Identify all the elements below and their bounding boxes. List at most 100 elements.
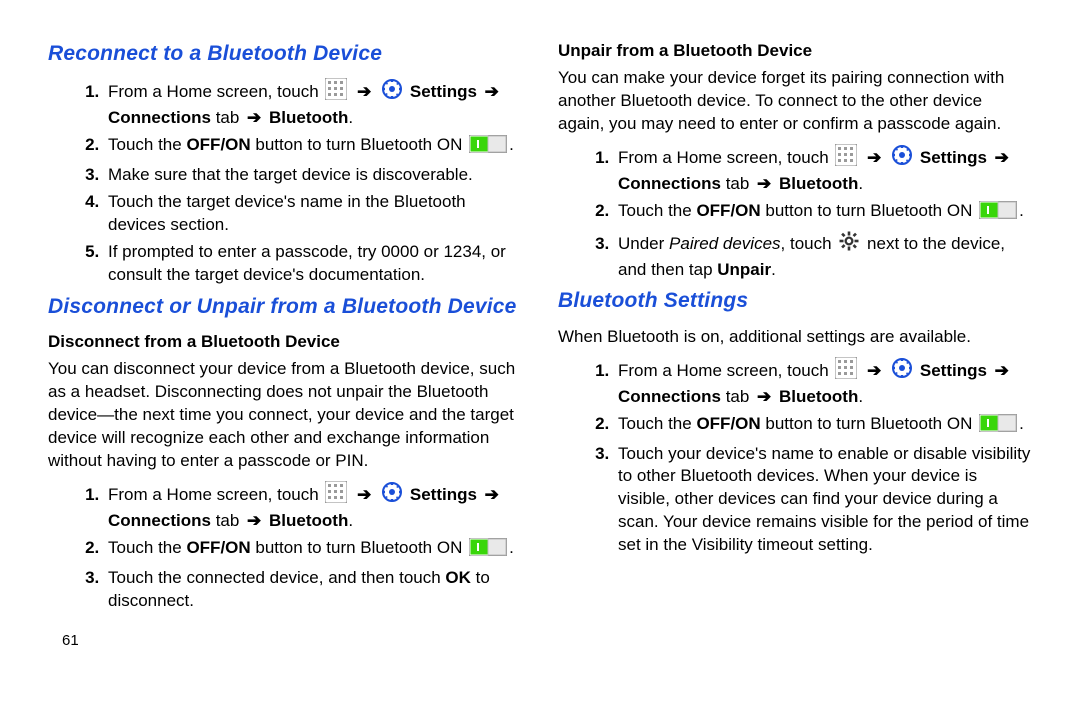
step: From a Home screen, touch ➔ Settings ➔ C…	[614, 144, 1032, 196]
text-bold: Settings	[920, 361, 992, 380]
arrow-icon: ➔	[357, 82, 371, 101]
toggle-on-icon	[469, 135, 507, 160]
text: .	[348, 108, 353, 127]
text: From a Home screen, touch	[618, 148, 833, 167]
right-column: Unpair from a Bluetooth Device You can m…	[558, 36, 1032, 651]
text-bold: Bluetooth	[269, 511, 348, 530]
apps-grid-icon	[835, 144, 857, 173]
text: Touch the	[618, 201, 696, 220]
text: Touch the connected device, and then tou…	[108, 568, 445, 587]
toggle-on-icon	[469, 538, 507, 563]
text: .	[1019, 201, 1024, 220]
apps-grid-icon	[325, 481, 347, 510]
settings-gear-icon	[381, 78, 403, 107]
text: button to turn Bluetooth ON	[761, 414, 977, 433]
left-column: Reconnect to a Bluetooth Device From a H…	[48, 36, 522, 651]
arrow-icon: ➔	[485, 485, 499, 504]
text: Under	[618, 234, 669, 253]
step: From a Home screen, touch ➔ Settings ➔ C…	[104, 481, 522, 533]
text: , touch	[781, 234, 837, 253]
toggle-on-icon	[979, 414, 1017, 439]
text-bold: OFF/ON	[186, 538, 250, 557]
text-bold: Unpair	[717, 260, 771, 279]
gear-solid-icon	[838, 230, 860, 259]
step: Touch the connected device, and then tou…	[104, 567, 522, 613]
text-bold: OFF/ON	[186, 135, 250, 154]
arrow-icon: ➔	[247, 108, 261, 127]
arrow-icon: ➔	[995, 361, 1009, 380]
text-bold: Connections	[618, 174, 721, 193]
step: From a Home screen, touch ➔ Settings ➔ C…	[614, 357, 1032, 409]
step: Touch the OFF/ON button to turn Bluetoot…	[104, 537, 522, 563]
step: Touch the OFF/ON button to turn Bluetoot…	[614, 413, 1032, 439]
arrow-icon: ➔	[757, 174, 771, 193]
arrow-icon: ➔	[757, 387, 771, 406]
text: button to turn Bluetooth ON	[761, 201, 977, 220]
text-bold: Bluetooth	[269, 108, 348, 127]
paragraph: You can disconnect your device from a Bl…	[48, 358, 522, 473]
text-bold: Settings	[410, 82, 482, 101]
subheading-disconnect: Disconnect from a Bluetooth Device	[48, 331, 522, 354]
arrow-icon: ➔	[995, 148, 1009, 167]
text-bold: Bluetooth	[779, 174, 858, 193]
settings-gear-icon	[381, 481, 403, 510]
heading-disconnect-unpair: Disconnect or Unpair from a Bluetooth De…	[48, 293, 522, 321]
manual-page: Reconnect to a Bluetooth Device From a H…	[0, 0, 1080, 671]
text-bold: Connections	[108, 108, 211, 127]
settings-gear-icon	[891, 357, 913, 386]
text: tab	[216, 108, 244, 127]
steps-bt-settings: From a Home screen, touch ➔ Settings ➔ C…	[558, 357, 1032, 558]
step: Touch the OFF/ON button to turn Bluetoot…	[104, 134, 522, 160]
apps-grid-icon	[835, 357, 857, 386]
text: tab	[726, 174, 754, 193]
text: .	[509, 538, 514, 557]
text: button to turn Bluetooth ON	[251, 135, 467, 154]
text: .	[1019, 414, 1024, 433]
text-bold: Settings	[920, 148, 992, 167]
subheading-unpair: Unpair from a Bluetooth Device	[558, 40, 1032, 63]
text-italic: Paired devices	[669, 234, 781, 253]
text: Touch the	[618, 414, 696, 433]
text: .	[858, 387, 863, 406]
text-bold: Settings	[410, 485, 482, 504]
text-bold: Connections	[108, 511, 211, 530]
step: Touch the OFF/ON button to turn Bluetoot…	[614, 200, 1032, 226]
text-bold: Connections	[618, 387, 721, 406]
text: Touch the	[108, 135, 186, 154]
paragraph: You can make your device forget its pair…	[558, 67, 1032, 136]
text: button to turn Bluetooth ON	[251, 538, 467, 557]
paragraph: When Bluetooth is on, additional setting…	[558, 326, 1032, 349]
toggle-on-icon	[979, 201, 1017, 226]
text: tab	[726, 387, 754, 406]
text: .	[509, 135, 514, 154]
text-bold: OFF/ON	[696, 414, 760, 433]
text-bold: OFF/ON	[696, 201, 760, 220]
arrow-icon: ➔	[867, 148, 881, 167]
arrow-icon: ➔	[485, 82, 499, 101]
arrow-icon: ➔	[357, 485, 371, 504]
text: From a Home screen, touch	[618, 361, 833, 380]
step: Under Paired devices, touch next to the …	[614, 230, 1032, 282]
text: From a Home screen, touch	[108, 485, 323, 504]
page-number: 61	[62, 631, 522, 651]
step: From a Home screen, touch ➔ Settings ➔ C…	[104, 78, 522, 130]
step: Touch your device's name to enable or di…	[614, 443, 1032, 558]
steps-reconnect: From a Home screen, touch ➔ Settings ➔ C…	[48, 78, 522, 287]
text: .	[348, 511, 353, 530]
text: Touch the	[108, 538, 186, 557]
text: From a Home screen, touch	[108, 82, 323, 101]
text-bold: Bluetooth	[779, 387, 858, 406]
text: .	[771, 260, 776, 279]
heading-bt-settings: Bluetooth Settings	[558, 287, 1032, 315]
heading-reconnect: Reconnect to a Bluetooth Device	[48, 40, 522, 68]
apps-grid-icon	[325, 78, 347, 107]
step: Make sure that the target device is disc…	[104, 164, 522, 187]
arrow-icon: ➔	[247, 511, 261, 530]
text: tab	[216, 511, 244, 530]
step: Touch the target device's name in the Bl…	[104, 191, 522, 237]
settings-gear-icon	[891, 144, 913, 173]
text-bold: OK	[445, 568, 471, 587]
steps-unpair: From a Home screen, touch ➔ Settings ➔ C…	[558, 144, 1032, 282]
steps-disconnect: From a Home screen, touch ➔ Settings ➔ C…	[48, 481, 522, 613]
arrow-icon: ➔	[867, 361, 881, 380]
